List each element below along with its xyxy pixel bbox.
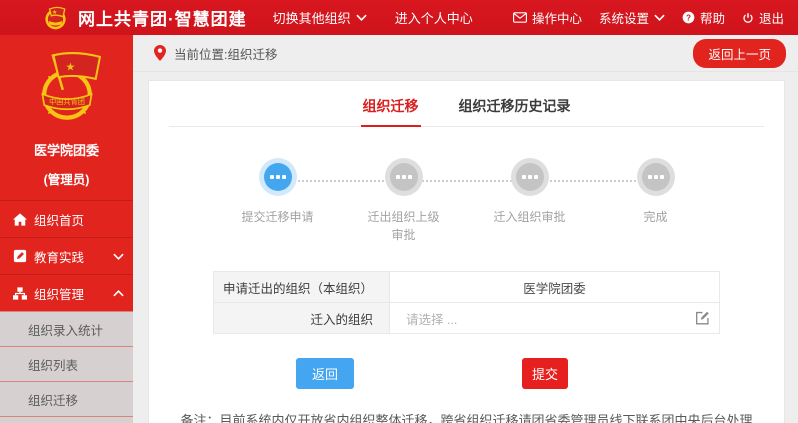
target-org-placeholder: 请选择 ...: [406, 313, 457, 327]
envelope-icon: [513, 12, 527, 23]
main-area: 当前位置:组织迁移 返回上一页 组织迁移 组织迁移历史记录 提交迁移申请: [133, 35, 798, 423]
step-circle-active: [264, 163, 292, 191]
target-org-label: 迁入的组织: [214, 303, 390, 334]
top-right-nav: 操作中心 系统设置 ? 帮助 退出: [513, 8, 784, 27]
chevron-down-icon: [356, 14, 367, 21]
app-title: 网上共青团·智慧团建: [78, 5, 247, 30]
sidebar-item-label: 组织首页: [34, 210, 84, 229]
logout-link[interactable]: 退出: [742, 8, 784, 27]
system-settings-label: 系统设置: [599, 8, 649, 27]
top-header-bar: ★ 网上共青团·智慧团建 切换其他组织 进入个人中心 操作中心 系统设置: [0, 0, 798, 35]
breadcrumb: 当前位置:组织迁移 返回上一页: [133, 35, 798, 72]
step-label: 迁入组织审批: [493, 208, 565, 226]
step-submit-application: 提交迁移申请: [217, 163, 339, 244]
sidebar-item-org-management[interactable]: 组织管理: [0, 274, 133, 311]
sidebar-subitem-label: 组织列表: [28, 355, 78, 374]
operation-center-link[interactable]: 操作中心: [513, 8, 582, 27]
edit-square-icon: [13, 249, 27, 263]
breadcrumb-location: 当前位置:组织迁移: [174, 44, 277, 63]
svg-text:中国共青团: 中国共青团: [49, 97, 85, 106]
power-icon: [742, 12, 754, 24]
sidebar-item-education-practice[interactable]: 教育实践: [0, 237, 133, 274]
personal-center-link[interactable]: 进入个人中心: [395, 8, 473, 27]
league-badge-logo-icon: ★: [42, 4, 69, 31]
step-circle: [516, 163, 544, 191]
table-row: 迁入的组织 请选择 ...: [214, 303, 720, 334]
target-org-picker[interactable]: 请选择 ...: [390, 303, 720, 334]
tab-org-migration[interactable]: 组织迁移: [361, 96, 421, 127]
step-label: 迁出组织上级审批: [366, 208, 440, 244]
chevron-up-icon: [113, 290, 124, 297]
sidebar: ★ 中国共青团 医学院团委 (管理员) 组织首页 教育实践: [0, 35, 133, 423]
content-card: 组织迁移 组织迁移历史记录 提交迁移申请 迁出组织上级审批: [148, 80, 785, 423]
sidebar-item-org-home[interactable]: 组织首页: [0, 200, 133, 237]
source-org-label: 申请迁出的组织（本组织）: [214, 272, 390, 303]
sidebar-subitem-org-migration[interactable]: 组织迁移: [0, 381, 133, 416]
step-label: 完成: [643, 208, 667, 226]
question-icon: ?: [682, 11, 695, 24]
location-pin-icon: [154, 45, 166, 61]
svg-text:★: ★: [52, 9, 57, 16]
back-to-previous-page-button[interactable]: 返回上一页: [693, 39, 786, 68]
migration-form-table: 申请迁出的组织（本组织） 医学院团委 迁入的组织 请选择 ...: [213, 271, 720, 334]
step-incoming-org-approval: 迁入组织审批: [469, 163, 591, 244]
logout-label: 退出: [759, 8, 784, 27]
sidebar-subitem-benchmark-rating[interactable]: 对标定级: [0, 416, 133, 423]
tab-migration-history[interactable]: 组织迁移历史记录: [457, 96, 573, 127]
sidebar-subitem-label: 组织录入统计: [28, 320, 103, 339]
sidebar-subitem-org-list[interactable]: 组织列表: [0, 346, 133, 381]
return-button[interactable]: 返回: [296, 358, 354, 389]
chevron-down-icon: [654, 14, 665, 21]
system-settings-menu[interactable]: 系统设置: [599, 8, 665, 27]
svg-text:?: ?: [686, 13, 691, 22]
operation-center-label: 操作中心: [532, 8, 582, 27]
personal-center-label: 进入个人中心: [395, 8, 473, 27]
sidebar-item-label: 组织管理: [34, 284, 84, 303]
form-actions: 返回 提交: [213, 358, 720, 389]
step-outgoing-superior-approval: 迁出组织上级审批: [343, 163, 465, 244]
sidebar-subitem-org-entry-stats[interactable]: 组织录入统计: [0, 311, 133, 346]
tab-bar: 组织迁移 组织迁移历史记录: [169, 81, 764, 127]
league-emblem-icon: ★ 中国共青团: [24, 51, 110, 127]
switch-org-menu[interactable]: 切换其他组织: [273, 8, 367, 27]
submit-button[interactable]: 提交: [522, 358, 568, 389]
org-block: ★ 中国共青团 医学院团委 (管理员): [0, 35, 133, 200]
step-label: 提交迁移申请: [241, 208, 313, 226]
step-circle: [642, 163, 670, 191]
sitemap-icon: [13, 287, 27, 300]
chevron-down-icon: [113, 253, 124, 260]
brand: ★ 网上共青团·智慧团建: [42, 4, 247, 31]
step-circle: [390, 163, 418, 191]
sidebar-item-label: 教育实践: [34, 247, 84, 266]
edit-pencil-icon[interactable]: [695, 311, 710, 326]
svg-text:★: ★: [65, 61, 75, 73]
help-label: 帮助: [700, 8, 725, 27]
switch-org-label: 切换其他组织: [273, 8, 351, 27]
step-complete: 完成: [595, 163, 717, 244]
sidebar-subitem-label: 组织迁移: [28, 390, 78, 409]
home-icon: [13, 213, 27, 226]
table-row: 申请迁出的组织（本组织） 医学院团委: [214, 272, 720, 303]
migration-stepper: 提交迁移申请 迁出组织上级审批 迁入组织审批: [217, 163, 717, 244]
sidebar-menu: 组织首页 教育实践 组织管理 组织录入统计 组织列表: [0, 200, 133, 423]
note-text: 备注：目前系统内仅开放省内组织整体迁移，跨省组织迁移请团省委管理员线下联系团中央…: [149, 410, 784, 423]
top-left-nav: 切换其他组织 进入个人中心: [273, 8, 473, 27]
org-role: (管理员): [0, 169, 133, 200]
help-link[interactable]: ? 帮助: [682, 8, 725, 27]
org-name: 医学院团委: [0, 140, 133, 159]
source-org-value: 医学院团委: [390, 272, 720, 303]
